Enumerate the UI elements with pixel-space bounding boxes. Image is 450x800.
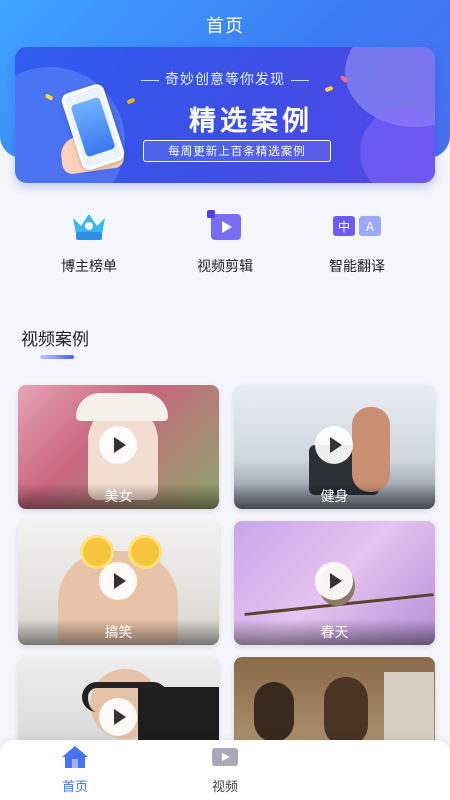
quick-action-blogger-ranking[interactable]: 博主榜单	[29, 208, 149, 276]
quick-action-video-edit[interactable]: 视频剪辑	[165, 208, 285, 276]
play-icon[interactable]	[99, 698, 137, 736]
video-thumbnail	[254, 682, 294, 742]
svg-text:A: A	[366, 220, 375, 234]
page-title: 首页	[206, 16, 244, 37]
tab-home[interactable]: 首页	[25, 744, 125, 795]
banner-tag: 每周更新上百条精选案例	[143, 140, 331, 162]
play-icon[interactable]	[99, 562, 137, 600]
video-caption: 搞笑	[18, 619, 219, 645]
featured-banner[interactable]: 奇妙创意等你发现 精选案例 每周更新上百条精选案例	[15, 47, 435, 183]
video-card[interactable]: 春天	[234, 521, 435, 645]
quick-action-translate[interactable]: 中 A 智能翻译	[297, 208, 417, 276]
video-edit-icon	[205, 208, 245, 244]
video-caption: 美女	[18, 483, 219, 509]
video-caption: 春天	[234, 619, 435, 645]
section-underline	[40, 355, 74, 359]
svg-text:中: 中	[338, 219, 350, 234]
video-thumbnail	[128, 535, 162, 569]
home-icon	[60, 744, 90, 770]
quick-action-label: 视频剪辑	[197, 259, 253, 275]
play-icon[interactable]	[315, 426, 353, 464]
video-caption: 健身	[234, 483, 435, 509]
crown-icon	[69, 208, 109, 244]
section-title: 视频案例	[21, 330, 89, 350]
quick-action-label: 智能翻译	[329, 259, 385, 275]
translate-icon: 中 A	[331, 208, 383, 244]
bottom-tab-bar: 首页 视频	[0, 740, 450, 800]
video-thumbnail	[352, 407, 390, 492]
tab-label: 视频	[211, 780, 238, 795]
video-thumbnail	[324, 677, 368, 747]
video-icon	[210, 744, 240, 770]
video-card[interactable]: 健身	[234, 385, 435, 509]
tab-label: 首页	[61, 780, 88, 795]
play-icon[interactable]	[99, 426, 137, 464]
banner-title: 精选案例	[189, 106, 313, 137]
quick-action-label: 博主榜单	[61, 259, 117, 275]
video-thumbnail	[76, 393, 168, 421]
video-card[interactable]: 美女	[18, 385, 219, 509]
tab-video[interactable]: 视频	[175, 744, 275, 795]
banner-subtitle: 奇妙创意等你发现	[15, 69, 435, 89]
video-card[interactable]: 搞笑	[18, 521, 219, 645]
play-icon[interactable]	[315, 562, 353, 600]
